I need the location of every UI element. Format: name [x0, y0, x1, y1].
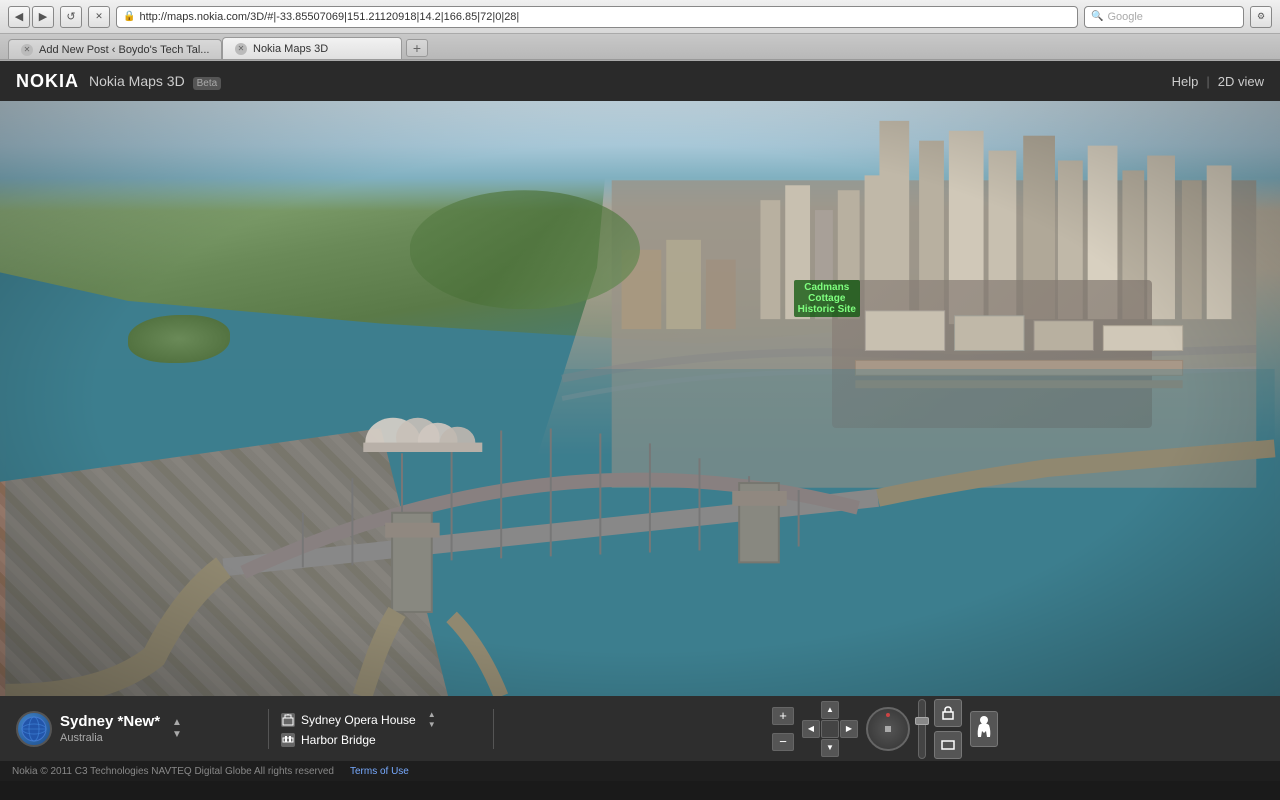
bridge-scene-svg: [0, 369, 1280, 696]
tab-2-close[interactable]: ✕: [235, 43, 247, 55]
poi-item-1: Sydney Opera House ▲ ▼: [281, 710, 481, 729]
aspect-ratio-button[interactable]: [934, 731, 962, 759]
parkland: [410, 190, 640, 309]
new-tab-button[interactable]: +: [406, 39, 428, 57]
browser-chrome: ◀ ▶ ↺ ✕ 🔒 http://maps.nokia.com/3D/#|-33…: [0, 0, 1280, 61]
tab-1[interactable]: ✕ Add New Post ‹ Boydo's Tech Tal...: [8, 39, 222, 59]
nav-west-button[interactable]: ◀: [802, 720, 820, 738]
nav-sw: [802, 739, 820, 757]
lock-view-button[interactable]: [934, 699, 962, 727]
location-down-arrow[interactable]: ▼: [172, 730, 182, 740]
tab-1-close[interactable]: ✕: [21, 44, 33, 56]
app-title: Nokia Maps 3D Beta: [89, 73, 221, 89]
poi-icon-2: [281, 733, 295, 747]
extensions-button[interactable]: ⚙: [1250, 6, 1272, 28]
forward-button[interactable]: ▶: [32, 6, 54, 28]
globe-svg: [20, 715, 48, 743]
ssl-icon: 🔒: [123, 11, 135, 22]
toolbar-divider-2: [493, 709, 494, 749]
status-bar: Nokia © 2011 C3 Technologies NAVTEQ Digi…: [0, 761, 1280, 781]
nav-button-group: ◀ ▶: [8, 6, 54, 28]
compass-control[interactable]: [866, 707, 910, 751]
app-header: NOKIA Nokia Maps 3D Beta Help | 2D view: [0, 61, 1280, 101]
zoom-out-button[interactable]: −: [772, 733, 794, 751]
stop-button[interactable]: ✕: [88, 6, 110, 28]
nokia-wordmark: NOKIA: [16, 71, 79, 92]
nav-south-button[interactable]: ▼: [821, 739, 839, 757]
copyright-text: Nokia © 2011 C3 Technologies NAVTEQ Digi…: [12, 766, 334, 777]
nav-cross: ▲ ◀ ▶ ▼: [802, 701, 858, 757]
header-divider: |: [1206, 74, 1209, 89]
location-country: Australia: [60, 732, 160, 744]
poi-2-label: Harbor Bridge: [301, 733, 376, 747]
toolbar-divider-1: [268, 709, 269, 749]
map-container[interactable]: Cadmans Cottage Historic Site: [0, 101, 1280, 696]
nav-north-button[interactable]: ▲: [821, 701, 839, 719]
search-icon: 🔍: [1091, 11, 1103, 22]
poi-1-up[interactable]: ▲: [428, 710, 436, 719]
back-button[interactable]: ◀: [8, 6, 30, 28]
location-globe-icon: [16, 711, 52, 747]
map-scene: Cadmans Cottage Historic Site: [0, 101, 1280, 696]
header-links: Help | 2D view: [1172, 74, 1264, 89]
cadmans-label: Cadmans Cottage Historic Site: [794, 280, 860, 317]
zoom-controls: + −: [772, 707, 794, 751]
nav-east-button[interactable]: ▶: [840, 720, 858, 738]
tab-2-label: Nokia Maps 3D: [253, 43, 328, 55]
island: [128, 315, 230, 363]
poi-item-2: Harbor Bridge: [281, 733, 481, 747]
nav-center-button[interactable]: [821, 720, 839, 738]
search-bar[interactable]: 🔍 Google: [1084, 6, 1244, 28]
nav-ne: [840, 701, 858, 719]
search-placeholder: Google: [1107, 11, 1142, 23]
location-info: Sydney *New* Australia: [60, 713, 160, 744]
location-nav-arrows: ▲ ▼: [172, 718, 182, 740]
poi-1-down[interactable]: ▼: [428, 720, 436, 729]
terms-link[interactable]: Terms of Use: [350, 766, 409, 777]
nav-se: [840, 739, 858, 757]
location-section: Sydney *New* Australia ▲ ▼: [16, 711, 256, 747]
nav-nw: [802, 701, 820, 719]
street-view-button[interactable]: [970, 711, 998, 747]
tilt-track-body[interactable]: [918, 699, 926, 759]
nokia-logo-area: NOKIA Nokia Maps 3D Beta: [16, 71, 221, 92]
location-up-arrow[interactable]: ▲: [172, 718, 182, 728]
zoom-in-button[interactable]: +: [772, 707, 794, 725]
bottom-toolbar: Sydney *New* Australia ▲ ▼ Sydney Opera …: [0, 696, 1280, 761]
poi-1-arrows: ▲ ▼: [428, 710, 436, 729]
help-link[interactable]: Help: [1172, 74, 1199, 89]
location-name: Sydney *New*: [60, 713, 160, 730]
2d-view-link[interactable]: 2D view: [1218, 74, 1264, 89]
center-controls: + − ▲ ◀ ▶ ▼: [772, 699, 998, 759]
url-text: http://maps.nokia.com/3D/#|-33.85507069|…: [139, 11, 519, 23]
nav-bar: ◀ ▶ ↺ ✕ 🔒 http://maps.nokia.com/3D/#|-33…: [0, 0, 1280, 34]
tilt-track-thumb[interactable]: [915, 717, 929, 725]
tilt-zoom-track: [918, 699, 926, 759]
address-bar[interactable]: 🔒 http://maps.nokia.com/3D/#|-33.8550706…: [116, 6, 1078, 28]
beta-badge: Beta: [193, 77, 222, 90]
tab-1-label: Add New Post ‹ Boydo's Tech Tal...: [39, 44, 209, 56]
reload-button[interactable]: ↺: [60, 6, 82, 28]
opera-house-svg: [346, 393, 500, 453]
poi-1-label: Sydney Opera House: [301, 713, 416, 727]
view-switch-buttons: [934, 699, 962, 759]
tab-2[interactable]: ✕ Nokia Maps 3D: [222, 37, 402, 59]
tab-bar: ✕ Add New Post ‹ Boydo's Tech Tal... ✕ N…: [0, 34, 1280, 60]
poi-icon-1: [281, 713, 295, 727]
poi-section: Sydney Opera House ▲ ▼ Harbor Bridge: [281, 710, 481, 747]
